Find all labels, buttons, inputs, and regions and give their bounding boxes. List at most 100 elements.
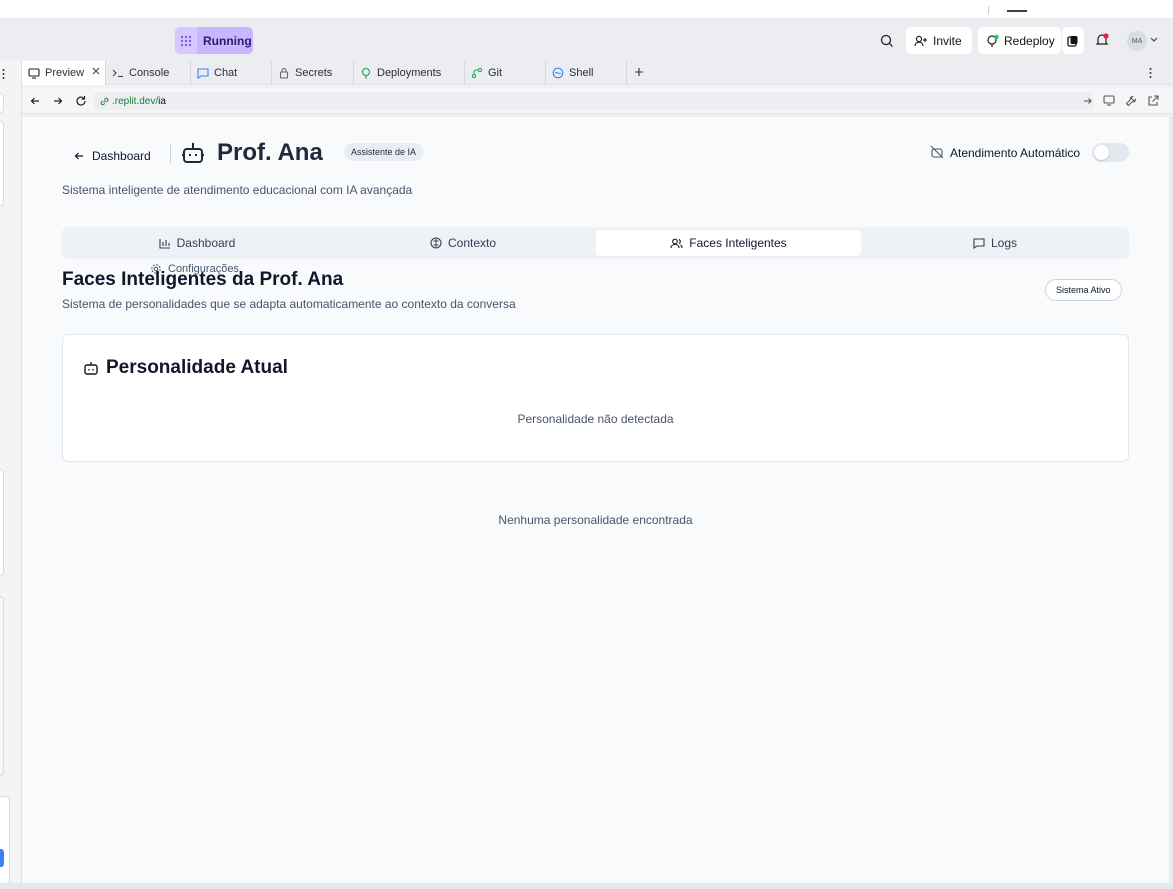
- chat-icon: [197, 67, 209, 79]
- chevron-down-icon[interactable]: [1149, 35, 1159, 45]
- page-description: Sistema inteligente de atendimento educa…: [62, 183, 413, 197]
- tab-label: Deployments: [377, 67, 442, 79]
- status-badge: Sistema Ativo: [1045, 279, 1122, 301]
- auto-service-label: Atendimento Automático: [950, 146, 1081, 160]
- pane-tabs: Preview Console Chat Secrets Deployments…: [22, 61, 1173, 85]
- forward-arrow-icon[interactable]: [53, 96, 63, 106]
- tab-git[interactable]: Git: [465, 61, 546, 85]
- more-icon[interactable]: [2, 68, 5, 80]
- link-icon: [100, 97, 109, 106]
- invite-button[interactable]: Invite: [906, 27, 972, 54]
- users-icon: [670, 238, 683, 249]
- grid-dots-icon: [175, 27, 197, 54]
- invite-label: Invite: [933, 33, 962, 48]
- tab-label: Secrets: [295, 67, 333, 79]
- arrow-left-icon: [74, 151, 84, 161]
- url-domain: .replit.dev/: [112, 95, 159, 107]
- tab-label: Logs: [990, 236, 1018, 250]
- go-arrow-icon[interactable]: [1083, 96, 1093, 106]
- bot-off-icon: [930, 145, 944, 159]
- tab-console[interactable]: Console: [106, 61, 191, 85]
- avatar-initials: MA: [1127, 31, 1147, 51]
- bell-icon[interactable]: [1094, 32, 1110, 48]
- divider: [170, 144, 171, 164]
- tab-label: Contexto: [447, 236, 497, 250]
- add-tab-icon[interactable]: [634, 67, 646, 79]
- shell-icon: [552, 67, 564, 79]
- brain-icon: [430, 237, 442, 249]
- run-status-button[interactable]: Running: [175, 27, 253, 54]
- refresh-icon[interactable]: [75, 95, 87, 107]
- tab-chat[interactable]: Chat: [191, 61, 272, 85]
- tab-label: Console: [129, 67, 170, 79]
- redeploy-button[interactable]: Redeploy: [978, 27, 1061, 54]
- wrench-icon[interactable]: [1125, 95, 1137, 107]
- window-control-icon[interactable]: [1007, 10, 1027, 12]
- card-title: Personalidade Atual: [83, 357, 288, 379]
- tab-dashboard[interactable]: Dashboard: [66, 230, 328, 256]
- tab-deployments[interactable]: Deployments: [354, 61, 465, 85]
- external-link-icon[interactable]: [1147, 95, 1159, 107]
- tab-label: Git: [488, 67, 503, 79]
- left-panel-card: [0, 469, 4, 576]
- run-status-label: Running: [203, 33, 252, 48]
- send-button[interactable]: [0, 849, 4, 867]
- url-path: ia: [158, 95, 166, 107]
- preview-address-bar: .replit.dev/ ia: [22, 88, 1173, 114]
- tab-shell[interactable]: Shell: [546, 61, 627, 85]
- monitor-icon: [28, 67, 40, 79]
- section-title: Faces Inteligentes da Prof. Ana: [62, 269, 344, 290]
- bottom-edge: [0, 883, 1173, 889]
- empty-list-text: Nenhuma personalidade encontrada: [498, 513, 693, 527]
- tab-label: Faces Inteligentes: [689, 236, 787, 250]
- section-tabs: Dashboard Contexto Faces Inteligentes Lo…: [62, 227, 1129, 259]
- role-badge: Assistente de IA: [344, 143, 424, 161]
- left-panel-edge: [0, 61, 22, 889]
- tab-preview[interactable]: Preview: [22, 61, 106, 85]
- tab-label: Chat: [214, 67, 238, 79]
- message-icon: [973, 237, 985, 249]
- copy-icon: [1067, 35, 1079, 47]
- avatar[interactable]: MA: [1126, 31, 1148, 51]
- tab-faces-inteligentes[interactable]: Faces Inteligentes: [596, 230, 861, 256]
- tab-contexto[interactable]: Contexto: [332, 230, 594, 256]
- bot-icon: [83, 360, 99, 376]
- bot-icon: [181, 141, 205, 165]
- page-title: Prof. Ana: [217, 139, 323, 166]
- git-icon: [471, 67, 483, 79]
- auto-service-toggle[interactable]: [1092, 143, 1129, 162]
- redeploy-label: Redeploy: [1004, 33, 1055, 48]
- left-panel-card: [0, 121, 4, 206]
- empty-state-text: Personalidade não detectada: [517, 412, 674, 426]
- tab-label: Dashboard: [176, 236, 236, 250]
- left-panel-input[interactable]: [0, 796, 10, 884]
- os-top-strip: [0, 0, 1173, 19]
- tab-label: Shell: [569, 67, 594, 79]
- tab-logs[interactable]: Logs: [865, 230, 1125, 256]
- bar-chart-icon: [159, 238, 171, 249]
- left-panel-card: [0, 596, 4, 776]
- deploy-icon: [985, 34, 999, 48]
- more-icon[interactable]: [1149, 67, 1155, 79]
- preview-viewport: Dashboard Prof. Ana Assistente de IA Ate…: [22, 117, 1169, 883]
- toggle-knob: [1094, 145, 1109, 160]
- deploy-icon: [360, 67, 372, 79]
- add-user-icon: [914, 35, 928, 47]
- section-subtitle: Sistema de personalidades que se adapta …: [62, 297, 516, 311]
- divider: [988, 6, 989, 14]
- left-panel-control[interactable]: [0, 93, 4, 113]
- right-edge: [1169, 117, 1173, 883]
- card-title-text: Personalidade Atual: [106, 357, 288, 378]
- terminal-icon: [112, 67, 124, 79]
- device-icon[interactable]: [1103, 95, 1115, 106]
- close-icon[interactable]: [92, 67, 100, 75]
- current-personality-card: Personalidade Atual Personalidade não de…: [62, 334, 1129, 462]
- tab-secrets[interactable]: Secrets: [272, 61, 354, 85]
- search-icon[interactable]: [879, 33, 895, 49]
- url-field[interactable]: .replit.dev/ ia: [94, 92, 1094, 110]
- deploy-status-button[interactable]: [1062, 27, 1084, 54]
- tab-label: Preview: [45, 67, 85, 79]
- back-to-dashboard-button[interactable]: Dashboard: [74, 147, 151, 165]
- back-label: Dashboard: [92, 149, 151, 163]
- back-arrow-icon[interactable]: [30, 96, 40, 106]
